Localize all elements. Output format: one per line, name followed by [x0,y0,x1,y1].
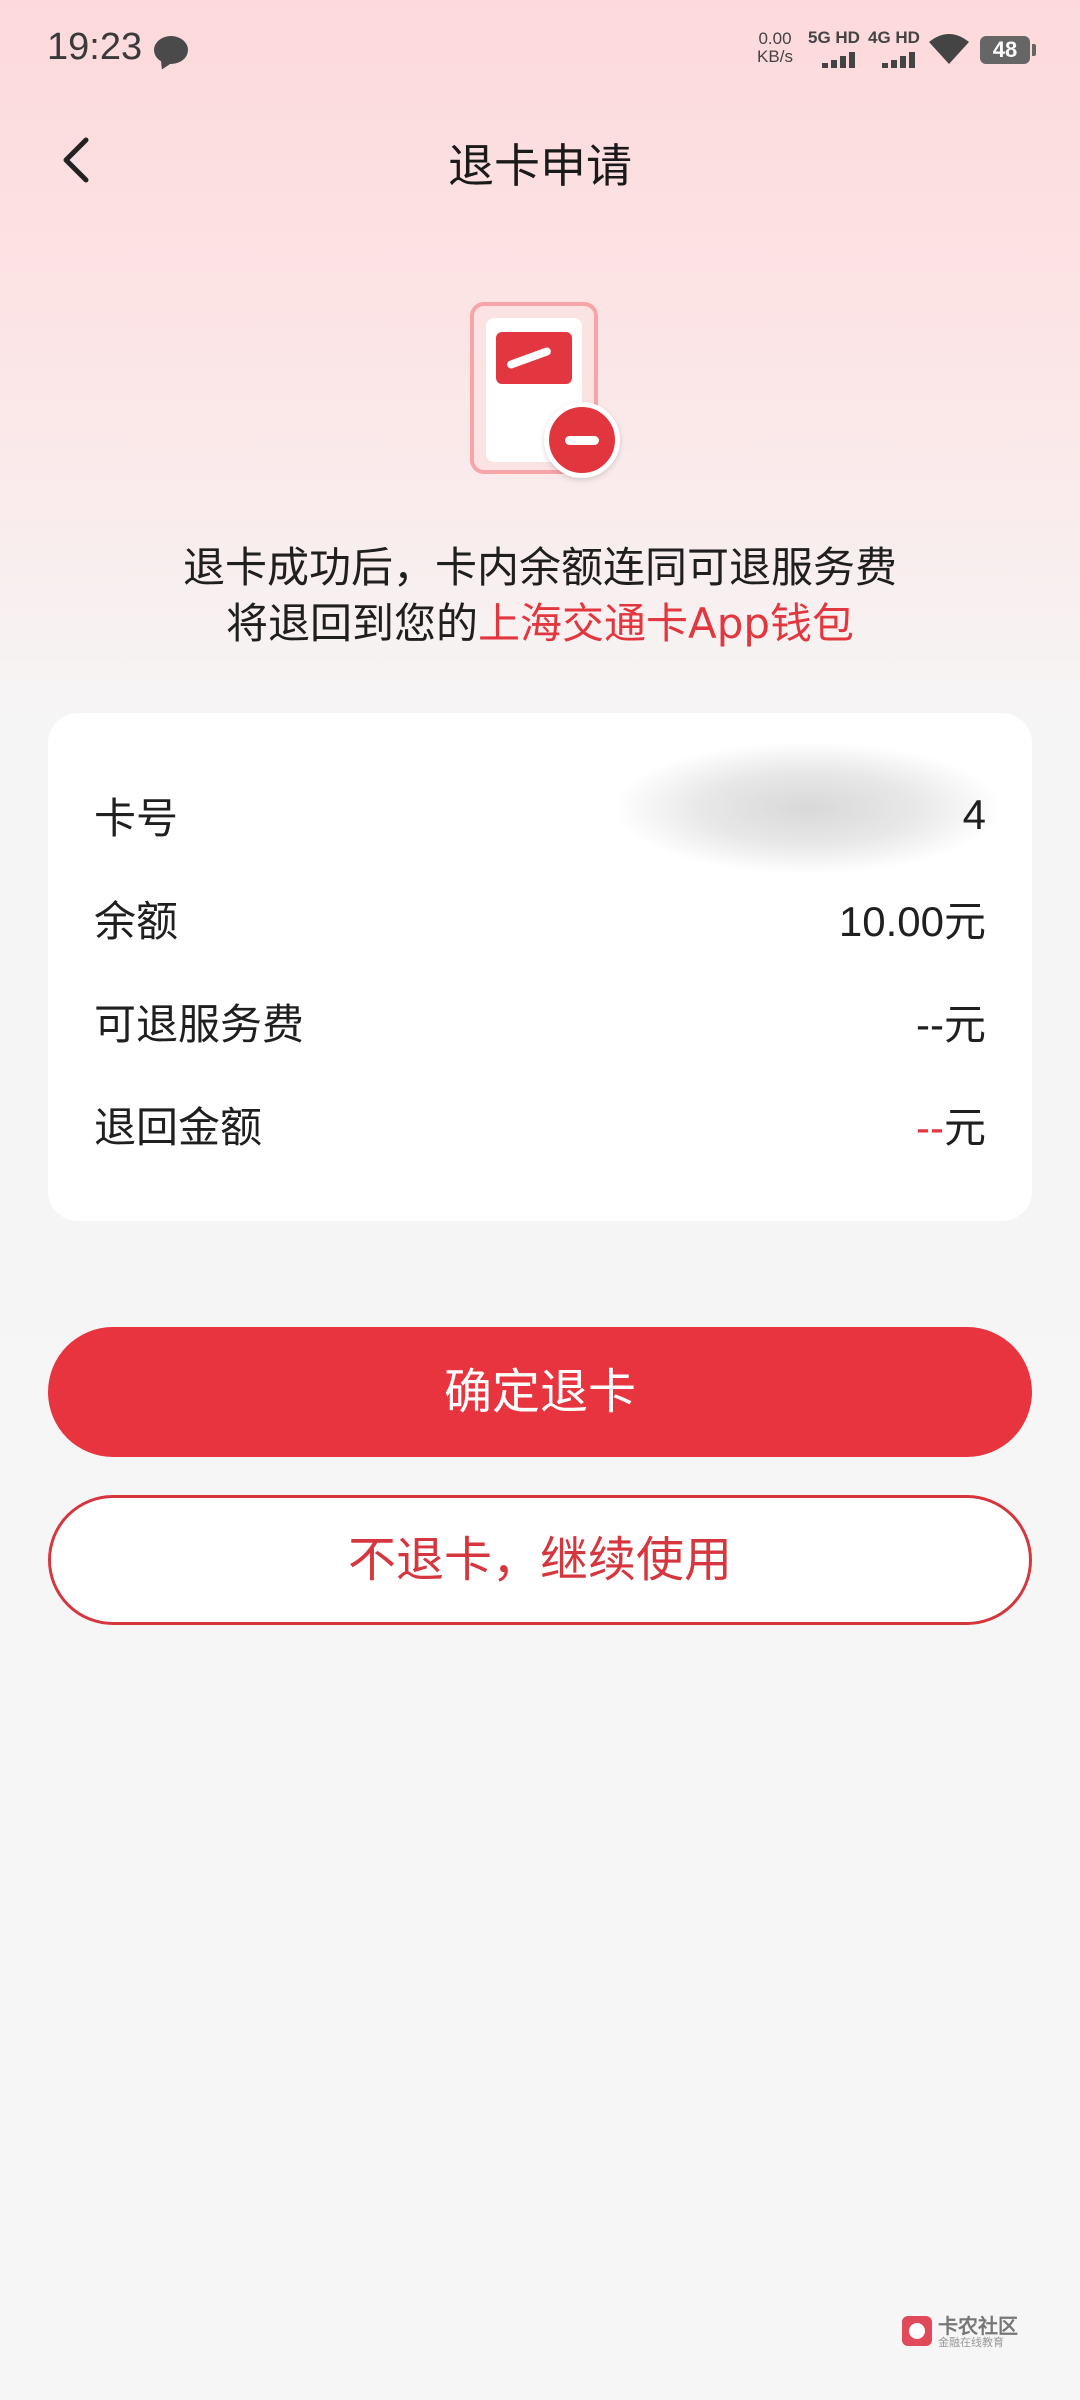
sim2-label: 4G HD [868,28,920,47]
chat-bubble-icon [154,36,188,64]
watermark-logo-icon [902,2316,932,2346]
battery-icon: 48 [980,36,1036,64]
keep-card-button[interactable]: 不退卡，继续使用 [48,1495,1032,1625]
signal-bars-icon [882,52,915,68]
refund-amount-value: --元 [916,1094,986,1155]
signal-bars-icon [822,52,855,68]
balance-value: 10.00元 [838,897,986,945]
balance-label: 余额 [94,896,179,946]
description-line1: 退卡成功后，卡内余额连同可退服务费 [182,543,897,592]
refund-amount-unit: 元 [943,1103,986,1151]
description-line2: 将退回到您的上海交通卡App钱包 [0,596,1080,652]
description-prefix: 将退回到您的 [225,599,478,648]
card-number-value: 4 [962,791,986,838]
balance-row: 余额 10.00元 [94,888,986,948]
sim1-label: 5G HD [808,28,860,47]
transit-card-illustration [496,332,572,384]
net-speed-value: 0.00 [758,29,792,48]
net-speed: 0.00 KB/s [752,30,798,66]
refund-amount-row: 退回金额 --元 [94,1094,986,1154]
card-info-panel: 卡号 4 余额 10.00元 可退服务费 --元 退回金额 --元 [48,713,1032,1221]
card-number-label: 卡号 [94,793,179,843]
refund-amount-label: 退回金额 [94,1102,263,1152]
service-fee-label: 可退服务费 [94,999,305,1049]
minus-circle-icon [544,402,620,478]
card-remove-icon [470,302,630,482]
watermark-subtext: 金融在线教育 [938,2336,1004,2349]
refund-amount-dash: -- [916,1103,944,1151]
status-bar: 19:23 0.00 KB/s 5G HD 4G HD 48 [0,0,1080,100]
service-fee-row: 可退服务费 --元 [94,991,986,1051]
wallet-highlight: 上海交通卡App钱包 [477,599,855,648]
wifi-icon [929,34,969,64]
confirm-refund-button[interactable]: 确定退卡 [48,1327,1032,1457]
status-time: 19:23 [47,26,143,68]
net-speed-unit: KB/s [757,47,793,66]
service-fee-value: --元 [916,1000,986,1048]
card-number-row: 卡号 4 [94,785,986,845]
page-title: 退卡申请 [448,139,632,193]
refund-description: 退卡成功后，卡内余额连同可退服务费 将退回到您的上海交通卡App钱包 [0,540,1080,652]
watermark: 卡农社区 金融在线教育 [900,2310,1030,2354]
